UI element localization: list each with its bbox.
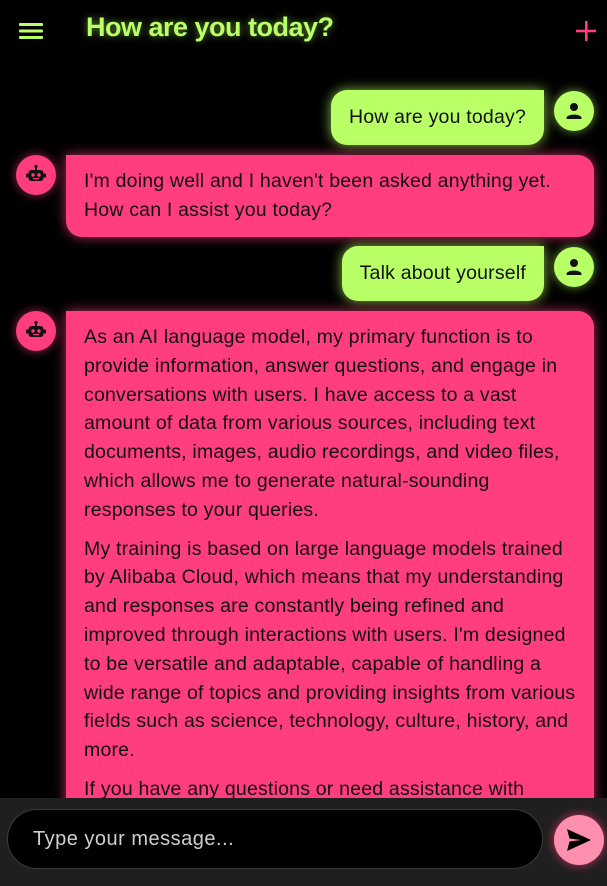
- hamburger-menu-icon: [19, 23, 43, 39]
- robot-icon: [26, 320, 46, 337]
- person-icon: [566, 259, 582, 275]
- message-text: I'm doing well and I haven't been asked …: [84, 170, 551, 221]
- person-icon: [566, 103, 582, 119]
- page-title: How are you today?: [86, 12, 334, 42]
- message-text: Talk about yourself: [359, 262, 526, 284]
- plus-icon: [576, 21, 596, 41]
- app-header: How are you today?: [0, 0, 607, 62]
- user-message: Talk about yourself: [341, 246, 544, 301]
- composer-bar: [0, 798, 607, 886]
- menu-button[interactable]: [14, 16, 48, 46]
- bot-message: As an AI language model, my primary func…: [66, 311, 594, 798]
- send-icon: [567, 829, 591, 851]
- send-button[interactable]: [554, 815, 604, 865]
- bot-message: I'm doing well and I haven't been asked …: [66, 155, 594, 237]
- message-paragraph: As an AI language model, my primary func…: [84, 326, 560, 521]
- message-list[interactable]: How are you today? I'm doing well and I: [0, 62, 607, 798]
- chat-app: How are you today? How are you today? I'…: [0, 0, 607, 886]
- bot-avatar: [16, 311, 56, 351]
- user-avatar: [554, 247, 594, 287]
- message-input[interactable]: [7, 809, 543, 869]
- message-text: How are you today?: [348, 106, 526, 128]
- new-chat-button[interactable]: [571, 16, 601, 46]
- user-message: How are you today?: [330, 90, 544, 145]
- robot-icon: [26, 164, 46, 181]
- bot-avatar: [16, 155, 56, 195]
- message-paragraph: My training is based on large language m…: [84, 537, 576, 762]
- message-paragraph: If you have any questions or need assist…: [84, 777, 525, 798]
- user-avatar: [554, 91, 594, 131]
